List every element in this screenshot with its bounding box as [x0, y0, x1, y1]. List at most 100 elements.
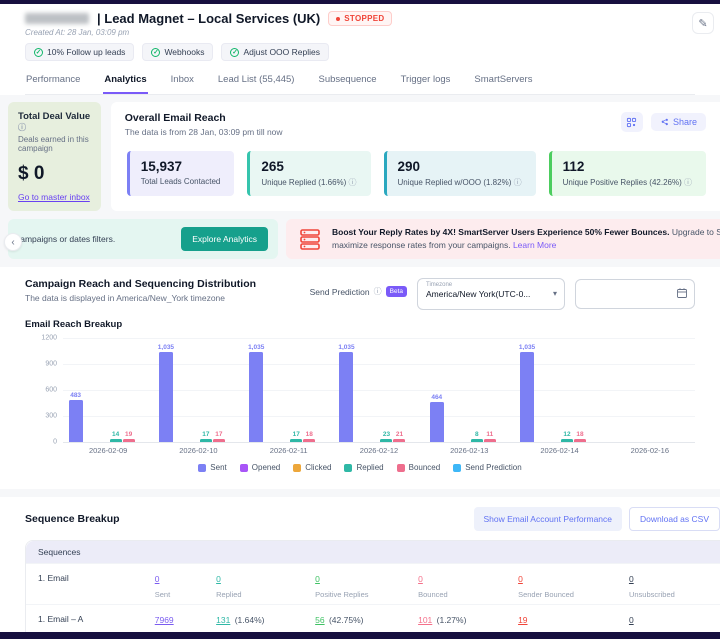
show-email-account-performance-button[interactable]: Show Email Account Performance: [473, 507, 623, 531]
info-icon[interactable]: ⓘ: [18, 123, 26, 132]
x-axis-label: 2026-02-14: [540, 446, 579, 455]
metric-value-link[interactable]: 0: [629, 574, 634, 584]
legend-swatch: [344, 463, 353, 472]
bar-value-label: 17: [292, 431, 300, 438]
metric-value-link[interactable]: 101: [418, 615, 432, 625]
feature-badge-label: Webhooks: [164, 47, 205, 57]
bar-bounced[interactable]: [122, 439, 135, 442]
info-icon[interactable]: ⓘ: [684, 178, 692, 187]
y-axis-label: 300: [45, 412, 57, 420]
bar-value-label: 1,035: [338, 344, 355, 352]
chevron-left-icon: ‹: [11, 236, 15, 248]
metric-percent: (1.27%): [434, 615, 467, 625]
chart-x-axis: 2026-02-09 2026-02-10 2026-02-11 2026-02-12…: [63, 446, 695, 455]
bar-slot: 483: [68, 392, 83, 442]
metric-cell: 0 Replied: [216, 569, 315, 599]
bar-slot: 1,035: [338, 344, 355, 442]
y-axis-label: 0: [53, 438, 57, 446]
x-axis-label: 2026-02-16: [630, 446, 670, 455]
tab-lead-list[interactable]: Lead List (55,445): [217, 70, 296, 94]
sequence-breakup-title: Sequence Breakup: [25, 513, 120, 525]
bar-sent[interactable]: [429, 401, 444, 442]
legend-label: Replied: [356, 463, 384, 472]
bar-bounced[interactable]: [393, 439, 406, 442]
page-title: | Lead Magnet – Local Services (UK): [97, 11, 321, 26]
metric-value-link[interactable]: 0: [315, 574, 320, 584]
metric-label: Sent: [154, 590, 171, 599]
bar-sent[interactable]: [68, 400, 83, 442]
metric-percent: (1.64%): [232, 615, 265, 625]
legend-swatch: [453, 463, 462, 472]
metric-value-link[interactable]: 0: [629, 615, 634, 625]
bar-sent[interactable]: [158, 352, 173, 442]
beta-badge: Beta: [385, 286, 407, 297]
bar-group: 464 8 11: [424, 338, 514, 442]
tab-trigger-logs[interactable]: Trigger logs: [400, 70, 452, 94]
bar-replied[interactable]: [109, 439, 122, 442]
bar-replied[interactable]: [561, 439, 574, 442]
tab-analytics[interactable]: Analytics: [103, 70, 148, 94]
bar-bounced[interactable]: [574, 439, 587, 442]
feature-badge-label: 10% Follow up leads: [47, 47, 126, 57]
metric-value-link[interactable]: 19: [518, 615, 527, 625]
bar-group: 1,035 23 21: [334, 338, 424, 442]
chart-bar-groups: 483 14 19 1,035 17 17 1,035 17 18 1,035 23 21 464 8 11…: [63, 338, 695, 442]
bar-bounced[interactable]: [483, 439, 496, 442]
check-icon: ✓: [34, 47, 43, 57]
bar-replied[interactable]: [470, 439, 483, 442]
deal-card-title: Total Deal Value: [18, 111, 91, 122]
master-inbox-link[interactable]: Go to master inbox: [18, 192, 91, 202]
bar-slot: 1,035: [519, 344, 535, 442]
bar-sent[interactable]: [520, 352, 535, 442]
bar-bounced[interactable]: [212, 439, 225, 442]
timezone-select[interactable]: Timezone America/New York(UTC-0... ▾: [417, 278, 565, 310]
tab-inbox[interactable]: Inbox: [170, 70, 195, 94]
redacted-campaign-name: [25, 13, 89, 24]
date-range-input[interactable]: [575, 279, 695, 309]
stat-label: Unique Positive Replies (42.26%) ⓘ: [562, 178, 692, 187]
bar-bounced[interactable]: [303, 439, 316, 442]
tab-smartservers[interactable]: SmartServers: [473, 70, 533, 94]
bar-sent[interactable]: [249, 352, 264, 442]
metric-value-link[interactable]: 0: [418, 574, 423, 584]
collapse-banner-button[interactable]: ‹: [4, 233, 22, 251]
edit-campaign-button[interactable]: ✎: [692, 12, 714, 34]
bar-sent[interactable]: [339, 352, 354, 442]
metric-value-link[interactable]: 56: [315, 615, 324, 625]
metric-value-link[interactable]: 0: [216, 574, 221, 584]
metric-value-link[interactable]: 7969: [155, 615, 174, 625]
explore-analytics-button[interactable]: Explore Analytics: [181, 227, 268, 251]
info-icon[interactable]: ⓘ: [349, 178, 357, 187]
calendar-icon: [677, 288, 687, 298]
stat-value: 15,937: [140, 159, 183, 174]
tab-subsequence[interactable]: Subsequence: [317, 70, 377, 94]
metric-label: Bounced: [418, 590, 448, 599]
metric-value-link[interactable]: 131: [216, 615, 230, 625]
bar-slot: 11: [483, 431, 496, 442]
metric-value-link[interactable]: 0: [155, 574, 160, 584]
widgets-button[interactable]: [620, 112, 643, 132]
banner-line2: maximize response rates from your campai…: [332, 240, 513, 250]
bar-replied[interactable]: [290, 439, 303, 442]
bar-slot: 14: [109, 431, 122, 442]
share-button[interactable]: Share: [650, 113, 706, 131]
metric-value-link[interactable]: 0: [518, 574, 523, 584]
learn-more-link[interactable]: Learn More: [513, 240, 556, 250]
bar-replied[interactable]: [199, 439, 212, 442]
feature-badges: ✓ 10% Follow up leads ✓ Webhooks ✓ Adjust OOO…: [25, 43, 695, 61]
sequence-breakup-card: Sequence Breakup Show Email Account Perf…: [0, 497, 720, 639]
check-icon: ✓: [151, 47, 161, 57]
bar-value-label: 21: [395, 431, 404, 438]
bar-slot: 17: [199, 431, 212, 442]
x-axis-label: 2026-02-11: [269, 446, 308, 455]
campaign-reach-title: Campaign Reach and Sequencing Distributi…: [25, 278, 257, 290]
status-dot-icon: [336, 16, 341, 21]
stat-label: Total Leads Contacted: [140, 177, 221, 186]
tab-performance[interactable]: Performance: [25, 70, 81, 94]
bar-replied[interactable]: [380, 439, 393, 442]
bar-slot: 23: [380, 431, 393, 442]
info-icon[interactable]: ⓘ: [374, 286, 382, 297]
download-csv-button[interactable]: Download as CSV: [629, 507, 720, 531]
banner-rest-text: Upgrade to SmartServers today to imp: [671, 227, 720, 238]
info-icon[interactable]: ⓘ: [514, 178, 522, 187]
